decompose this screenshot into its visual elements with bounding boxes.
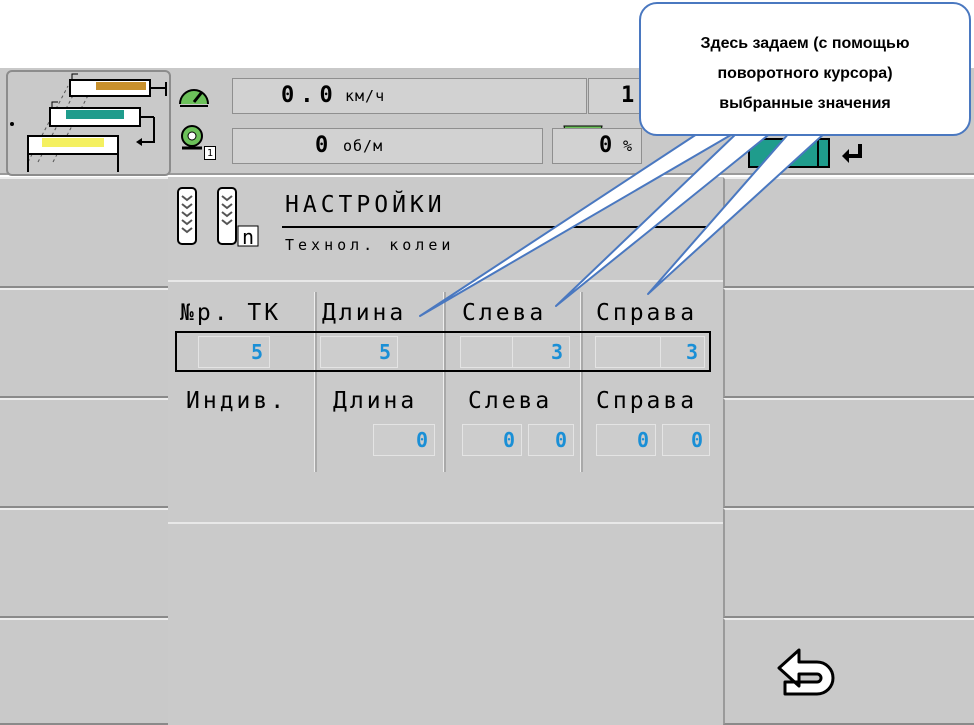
callout-line-3: выбранные значения	[719, 95, 891, 112]
callout-line-2: поворотного курсора)	[717, 65, 893, 82]
callout-note: Здесь задаем (с помощью поворотного курс…	[639, 2, 971, 136]
callout-line-1: Здесь задаем (с помощью	[700, 35, 910, 52]
